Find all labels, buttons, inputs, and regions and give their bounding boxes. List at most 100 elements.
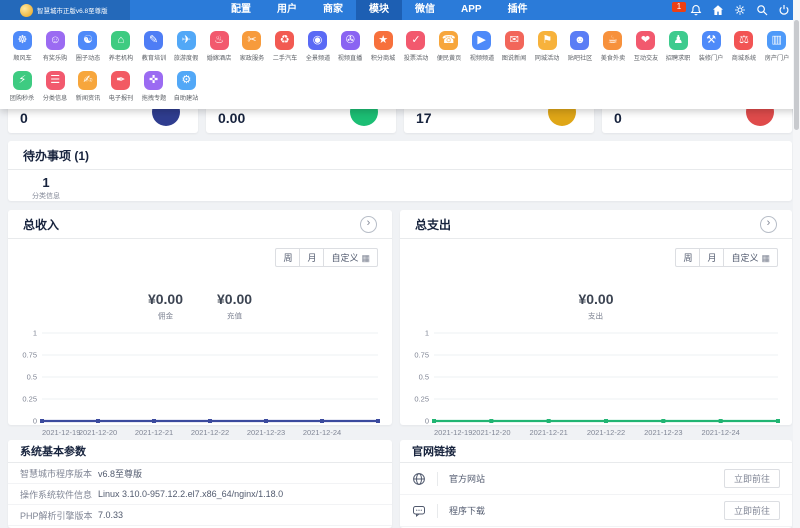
income-chart: 1 0.75 0.5 0.25 0 2021-12-192021-12-20 2021-12… <box>22 329 380 437</box>
megamenu-item-6[interactable]: ♨ 婚嫁酒店 <box>203 31 236 62</box>
income-card-title: 总收入 <box>23 217 60 232</box>
nav-item-2[interactable]: 商家 <box>310 0 356 20</box>
app-logo[interactable]: 智慧城市正版v6.8至尊版 <box>0 0 130 20</box>
megamenu-item-8[interactable]: ♻ 二手汽车 <box>268 31 301 62</box>
home-icon[interactable] <box>712 4 724 16</box>
megamenu-item-13[interactable]: ☎ 便民黄页 <box>432 31 465 62</box>
module-label: 全景频道 <box>305 54 330 62</box>
param-row: 操作系统软件信息 Linux 3.10.0-957.12.2.el7.x86_6… <box>8 484 392 505</box>
megamenu-item-17[interactable]: ☻ 贴吧社区 <box>564 31 597 62</box>
power-icon[interactable] <box>778 4 790 16</box>
megamenu-item-15[interactable]: ✉ 图说新闻 <box>498 31 531 62</box>
megamenu-item-0[interactable]: ☸ 顺风车 <box>6 31 39 62</box>
chevron-right-icon[interactable]: › <box>760 215 777 233</box>
module-label: 养老机构 <box>108 54 134 62</box>
module-label: 二手汽车 <box>272 54 298 62</box>
month-button[interactable]: 月 <box>699 248 725 267</box>
scrollbar-thumb[interactable] <box>794 20 799 130</box>
megamenu-item-1[interactable]: ☰ 分类信息 <box>39 71 72 102</box>
expense-amount: ¥0.00 <box>578 291 614 307</box>
megamenu-item-5[interactable]: ⚙ 自助建站 <box>170 71 203 102</box>
svg-text:2021-12-22: 2021-12-22 <box>191 428 229 437</box>
megamenu-item-2[interactable]: ☯ 圈子动态 <box>72 31 105 62</box>
expense-period-group: 周 月 自定义 ▦ <box>675 248 778 267</box>
nav-item-5[interactable]: APP <box>448 0 495 20</box>
module-icon: ▶ <box>472 31 492 50</box>
bell-icon[interactable] <box>690 4 702 16</box>
module-label: 投票活动 <box>403 54 429 62</box>
nav-item-0[interactable]: 配置 <box>218 0 264 20</box>
custom-range-button[interactable]: 自定义 ▦ <box>323 248 378 267</box>
megamenu-item-11[interactable]: ★ 积分商城 <box>367 31 400 62</box>
megamenu-item-21[interactable]: ⚒ 装修门户 <box>695 31 728 62</box>
megamenu-item-4[interactable]: ✎ 教育培训 <box>137 31 170 62</box>
module-icon: ☰ <box>45 71 65 90</box>
nav-item-4[interactable]: 微信 <box>402 0 448 20</box>
nav-item-1[interactable]: 用户 <box>264 0 310 20</box>
topbar-icons: 1 <box>672 0 790 20</box>
module-icon: ⌂ <box>111 31 131 50</box>
module-label: 同城活动 <box>534 54 560 62</box>
megamenu-item-4[interactable]: ✜ 拖拽专题 <box>137 71 170 102</box>
nav-item-6[interactable]: 插件 <box>495 0 541 20</box>
module-label: 贴吧社区 <box>567 54 593 62</box>
megamenu-item-7[interactable]: ✂ 家政服务 <box>236 31 269 62</box>
chevron-right-icon[interactable]: › <box>360 215 377 233</box>
scrollbar[interactable] <box>793 0 800 528</box>
module-label: 积分商城 <box>370 54 396 62</box>
megamenu-item-10[interactable]: ✇ 视频直播 <box>334 31 367 62</box>
megamenu-item-3[interactable]: ✒ 电子报刊 <box>104 71 137 102</box>
megamenu-item-18[interactable]: ☕ 美食外卖 <box>596 31 629 62</box>
megamenu-item-12[interactable]: ✓ 投票活动 <box>400 31 433 62</box>
megamenu-item-3[interactable]: ⌂ 养老机构 <box>104 31 137 62</box>
megamenu-item-14[interactable]: ▶ 视频频道 <box>465 31 498 62</box>
gear-icon[interactable] <box>734 4 746 16</box>
module-label: 便民黄页 <box>436 54 462 62</box>
megamenu-item-1[interactable]: ☺ 有奖乐购 <box>39 31 72 62</box>
param-label: 智慧城市程序版本 <box>20 468 93 479</box>
megamenu-item-5[interactable]: ✈ 旅游度假 <box>170 31 203 62</box>
go-now-button[interactable]: 立即前往 <box>723 501 780 520</box>
todo-item[interactable]: 1 分类信息 <box>24 175 68 203</box>
svg-text:0.5: 0.5 <box>27 373 37 382</box>
svg-text:1: 1 <box>425 329 429 338</box>
globe-icon <box>413 472 425 485</box>
module-label: 教育培训 <box>141 54 166 62</box>
svg-text:2021-12-19: 2021-12-19 <box>42 428 80 437</box>
module-label: 团购秒杀 <box>10 94 35 102</box>
svg-text:0.75: 0.75 <box>414 351 429 360</box>
module-icon: ☎ <box>439 31 459 50</box>
megamenu-item-22[interactable]: ⚖ 商城系统 <box>728 31 761 62</box>
go-now-button[interactable]: 立即前往 <box>723 469 780 488</box>
commission-amount: ¥0.00 <box>147 291 183 307</box>
megamenu-item-20[interactable]: ♟ 招聘求职 <box>662 31 695 62</box>
megamenu-item-23[interactable]: ▥ 房产门户 <box>760 31 793 62</box>
todo-header: 待办事项 (1) <box>8 141 792 170</box>
megamenu-item-9[interactable]: ◉ 全景频道 <box>301 31 334 62</box>
megamenu-item-19[interactable]: ❤ 互动交友 <box>629 31 662 62</box>
week-button[interactable]: 周 <box>675 248 701 267</box>
svg-text:0.5: 0.5 <box>419 373 429 382</box>
todo-title: 待办事项 (1) <box>23 148 90 163</box>
link-row: 程序下载 立即前往 <box>400 495 792 527</box>
module-label: 有奖乐购 <box>42 54 68 62</box>
module-icon: ★ <box>373 31 393 50</box>
search-icon[interactable] <box>756 4 768 16</box>
expense-card: 总支出 › 周 月 自定义 ▦ ¥0.00 支出 1 0.75 0.5 0.25 0 202… <box>400 210 792 437</box>
stat-value: 0.00 <box>218 110 246 126</box>
calendar-icon: ▦ <box>361 253 370 263</box>
week-button[interactable]: 周 <box>275 248 301 267</box>
custom-range-button[interactable]: 自定义 ▦ <box>723 248 778 267</box>
svg-text:2021-12-20: 2021-12-20 <box>472 428 510 437</box>
module-icon: ⚒ <box>701 31 721 50</box>
svg-text:0.25: 0.25 <box>414 395 429 404</box>
svg-text:0: 0 <box>425 417 429 426</box>
megamenu-item-2[interactable]: ✍ 新闻资讯 <box>72 71 105 102</box>
month-button[interactable]: 月 <box>299 248 325 267</box>
module-icon: ⚡ <box>12 71 32 90</box>
megamenu-item-0[interactable]: ⚡ 团购秒杀 <box>6 71 39 102</box>
calendar-icon: ▦ <box>761 253 770 263</box>
svg-text:1: 1 <box>33 329 37 338</box>
megamenu-item-16[interactable]: ⚑ 同城活动 <box>531 31 564 62</box>
nav-item-3[interactable]: 模块 <box>356 0 402 20</box>
